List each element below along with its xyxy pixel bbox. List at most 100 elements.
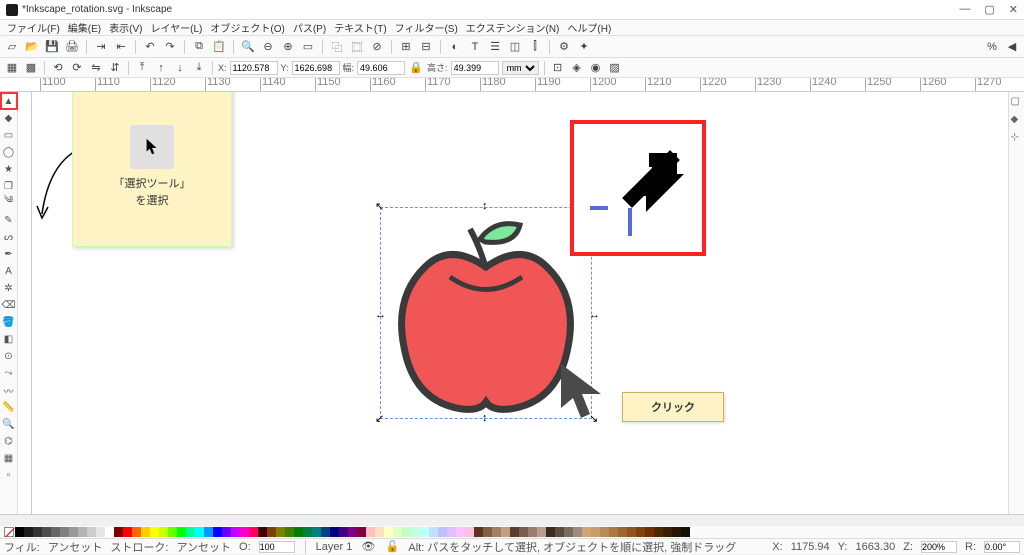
y-input[interactable]	[292, 61, 340, 75]
lpe-tool[interactable]: ⌬	[2, 434, 16, 448]
color-swatch[interactable]	[303, 527, 312, 537]
color-swatch[interactable]	[537, 527, 546, 537]
undo-icon[interactable]: ↶	[142, 39, 158, 55]
import-icon[interactable]: ⇥	[93, 39, 109, 55]
color-swatch[interactable]	[195, 527, 204, 537]
color-swatch[interactable]	[240, 527, 249, 537]
color-swatch[interactable]	[132, 527, 141, 537]
lower-bottom-icon[interactable]: ⤓	[191, 60, 207, 76]
bezier-tool[interactable]: ᔕ	[2, 230, 16, 244]
color-swatch[interactable]	[519, 527, 528, 537]
layer-visibility-icon[interactable]: 👁	[360, 539, 376, 555]
unit-select[interactable]: mm	[502, 61, 539, 75]
menu-item[interactable]: パス(P)	[290, 20, 329, 35]
color-swatch[interactable]	[177, 527, 186, 537]
dropper-tool[interactable]: ⊙	[2, 349, 16, 363]
color-swatch[interactable]	[474, 527, 483, 537]
color-swatch[interactable]	[267, 527, 276, 537]
color-swatch[interactable]	[366, 527, 375, 537]
color-swatch[interactable]	[96, 527, 105, 537]
eraser-tool[interactable]: ⌫	[2, 298, 16, 312]
zoom-fit-icon[interactable]: ⊕	[280, 39, 296, 55]
color-swatch[interactable]	[276, 527, 285, 537]
menu-item[interactable]: フィルター(S)	[392, 20, 461, 35]
print-icon[interactable]: 🖨	[64, 39, 80, 55]
snap-other-icon[interactable]: ⊹	[1011, 132, 1023, 144]
color-swatch[interactable]	[663, 527, 672, 537]
color-swatch[interactable]	[636, 527, 645, 537]
snap-bbox-icon[interactable]: ▢	[1011, 96, 1023, 108]
color-swatch[interactable]	[420, 527, 429, 537]
measure-tool[interactable]: 📏	[2, 400, 16, 414]
color-swatch[interactable]	[438, 527, 447, 537]
open-icon[interactable]: 📂	[24, 39, 40, 55]
color-swatch[interactable]	[429, 527, 438, 537]
select-all-layers-icon[interactable]: ▦	[4, 60, 20, 76]
paste-icon[interactable]: 📋	[211, 39, 227, 55]
menu-item[interactable]: 表示(V)	[106, 20, 145, 35]
minimize-button[interactable]: —	[959, 3, 970, 16]
flip-v-icon[interactable]: ⇵	[107, 60, 123, 76]
fill-tool[interactable]: 🪣	[2, 315, 16, 329]
move-gradients-icon[interactable]: ◉	[588, 60, 604, 76]
color-swatch[interactable]	[609, 527, 618, 537]
save-icon[interactable]: 💾	[44, 39, 60, 55]
color-swatch[interactable]	[105, 527, 114, 537]
move-patterns-icon[interactable]: ▨	[607, 60, 623, 76]
fill-value[interactable]: アンセット	[48, 539, 103, 555]
prefs-icon[interactable]: ⚙	[556, 39, 572, 55]
rect-tool[interactable]: ▭	[2, 128, 16, 142]
duplicate-icon[interactable]: ⿻	[329, 39, 345, 55]
flip-h-icon[interactable]: ⇋	[88, 60, 104, 76]
color-swatch[interactable]	[213, 527, 222, 537]
color-swatch[interactable]	[573, 527, 582, 537]
color-swatch[interactable]	[465, 527, 474, 537]
color-swatch[interactable]	[249, 527, 258, 537]
color-swatch[interactable]	[78, 527, 87, 537]
color-swatch[interactable]	[600, 527, 609, 537]
color-swatch[interactable]	[114, 527, 123, 537]
color-swatch[interactable]	[384, 527, 393, 537]
color-swatch[interactable]	[393, 527, 402, 537]
expand-panel-icon[interactable]: ◀	[1004, 39, 1020, 55]
color-swatch[interactable]	[618, 527, 627, 537]
color-swatch[interactable]	[33, 527, 42, 537]
color-swatch[interactable]	[294, 527, 303, 537]
menu-item[interactable]: 編集(E)	[65, 20, 104, 35]
spiral-tool[interactable]: ༄	[2, 196, 16, 210]
ellipse-tool[interactable]: ◯	[2, 145, 16, 159]
color-swatch[interactable]	[627, 527, 636, 537]
layers-icon[interactable]: ☰	[487, 39, 503, 55]
color-swatch[interactable]	[546, 527, 555, 537]
layer-lock-icon[interactable]: 🔓	[384, 539, 400, 555]
raise-icon[interactable]: ↑	[153, 60, 169, 76]
fill-stroke-icon[interactable]: ◐	[447, 39, 463, 55]
zoom-page-icon[interactable]: ▭	[300, 39, 316, 55]
color-swatch[interactable]	[411, 527, 420, 537]
selector-tool[interactable]: ▲	[2, 94, 16, 108]
menu-item[interactable]: エクステンション(N)	[463, 20, 563, 35]
align-icon[interactable]: ⫿	[527, 39, 543, 55]
tweak-tool[interactable]: 〰	[2, 383, 16, 397]
color-swatch[interactable]	[564, 527, 573, 537]
color-swatch[interactable]	[312, 527, 321, 537]
color-swatch[interactable]	[654, 527, 663, 537]
snap-node-icon[interactable]: ◆	[1011, 114, 1023, 126]
menu-item[interactable]: ファイル(F)	[4, 20, 63, 35]
color-swatch[interactable]	[69, 527, 78, 537]
color-swatch[interactable]	[402, 527, 411, 537]
color-swatch[interactable]	[150, 527, 159, 537]
group-icon[interactable]: ⊞	[398, 39, 414, 55]
color-swatch[interactable]	[330, 527, 339, 537]
color-swatch[interactable]	[456, 527, 465, 537]
ungroup-icon[interactable]: ⊟	[418, 39, 434, 55]
new-icon[interactable]: ▱	[4, 39, 20, 55]
canvas[interactable]: 「選択ツール」 を選択 ↖↕↗ ↔↔ ↙↕↘ クリック	[32, 92, 1008, 514]
unlink-icon[interactable]: ⊘	[369, 39, 385, 55]
color-swatch[interactable]	[447, 527, 456, 537]
raise-top-icon[interactable]: ⤒	[134, 60, 150, 76]
close-button[interactable]: ✕	[1009, 3, 1018, 16]
color-swatch[interactable]	[348, 527, 357, 537]
zoom-in-icon[interactable]: 🔍	[240, 39, 256, 55]
spray-tool[interactable]: ✲	[2, 281, 16, 295]
